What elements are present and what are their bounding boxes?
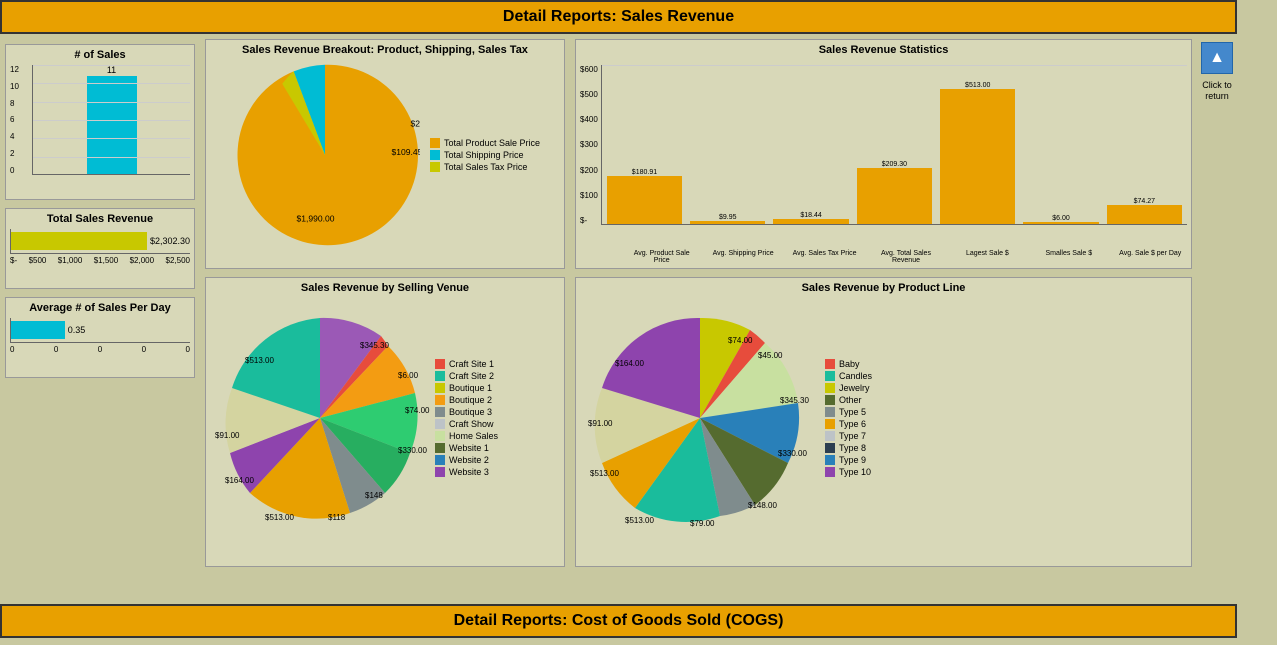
svg-text:$164.00: $164.00 <box>615 359 644 368</box>
stats-chart: Sales Revenue Statistics $- $100 $200 $3… <box>575 39 1192 269</box>
svg-text:$164.00: $164.00 <box>225 476 254 485</box>
click-return-label: Click to return <box>1202 80 1232 102</box>
svg-text:$330.00: $330.00 <box>778 449 807 458</box>
stat-bar-2: $9.95 <box>690 65 765 224</box>
breakout-legend: Total Product Sale Price Total Shipping … <box>430 138 540 172</box>
total-sales-value: $2,302.30 <box>150 236 190 246</box>
stat-bar-7: $74.27 <box>1107 65 1182 224</box>
stats-title: Sales Revenue Statistics <box>580 44 1187 56</box>
product-line-chart: Sales Revenue by Product Line <box>575 277 1192 567</box>
product-line-title: Sales Revenue by Product Line <box>580 282 1187 294</box>
legend-swatch-product <box>430 138 440 148</box>
product-line-legend: Baby Candles Jewelry Other Type 5 Type 6… <box>825 359 872 477</box>
stat-bar-1: $180.91 <box>607 65 682 224</box>
footer-title: Detail Reports: Cost of Goods Sold (COGS… <box>454 612 784 629</box>
y-label-4: 4 <box>10 132 19 141</box>
stat-bar-5: $513.00 <box>940 65 1015 224</box>
y-label-10: 10 <box>10 82 19 91</box>
total-sales-title: Total Sales Revenue <box>10 213 190 225</box>
svg-text:$345.30: $345.30 <box>360 341 389 350</box>
nav-sidebar: ▲ Click to return <box>1197 34 1237 604</box>
total-sales-bar <box>11 232 147 250</box>
svg-text:$513.00: $513.00 <box>265 513 294 522</box>
svg-text:$74.00: $74.00 <box>405 406 430 415</box>
legend-swatch-tax <box>430 162 440 172</box>
stat-bar-4: $209.30 <box>857 65 932 224</box>
svg-text:$74.00: $74.00 <box>728 336 753 345</box>
sales-bar <box>87 76 137 174</box>
svg-text:$6.00: $6.00 <box>398 371 419 380</box>
legend-item-tax: Total Sales Tax Price <box>430 162 540 172</box>
legend-swatch-shipping <box>430 150 440 160</box>
header-title: Detail Reports: Sales Revenue <box>503 8 734 25</box>
right-column: Sales Revenue Statistics $- $100 $200 $3… <box>570 34 1197 604</box>
venue-pie: $345.30 $6.00 $74.00 $330.00 $148 $118 $… <box>210 298 430 538</box>
avg-sales-value: 0.35 <box>68 325 86 335</box>
legend-item-product: Total Product Sale Price <box>430 138 540 148</box>
stat-bar-3: $18.44 <box>773 65 848 224</box>
avg-sales-bar <box>11 321 65 339</box>
venue-title: Sales Revenue by Selling Venue <box>210 282 560 294</box>
avg-sales-day-title: Average # of Sales Per Day <box>10 302 190 314</box>
breakout-title: Sales Revenue Breakout: Product, Shippin… <box>210 44 560 56</box>
stat-bar-6: $6.00 <box>1023 65 1098 224</box>
page-header: Detail Reports: Sales Revenue <box>0 0 1237 34</box>
svg-text:$118: $118 <box>328 513 346 522</box>
sales-count-title: # of Sales <box>10 49 190 61</box>
avg-sales-day-chart: Average # of Sales Per Day 0.35 0 0 0 0 … <box>5 297 195 378</box>
y-label-8: 8 <box>10 99 19 108</box>
y-label-12: 12 <box>10 65 19 74</box>
venue-legend: Craft Site 1 Craft Site 2 Boutique 1 Bou… <box>435 359 498 477</box>
svg-text:$45.00: $45.00 <box>758 351 783 360</box>
svg-text:$109.45: $109.45 <box>391 147 420 157</box>
y-label-2: 2 <box>10 149 19 158</box>
svg-text:$202.85: $202.85 <box>410 119 420 129</box>
y-label-0: 0 <box>10 166 19 175</box>
svg-text:$513.00: $513.00 <box>590 469 619 478</box>
bar-value-label: 11 <box>107 65 116 75</box>
left-column: # of Sales 0 2 4 6 8 10 12 <box>0 34 200 604</box>
svg-text:$345.30: $345.30 <box>780 396 809 405</box>
svg-text:$148.00: $148.00 <box>748 501 777 510</box>
svg-text:$330.00: $330.00 <box>398 446 427 455</box>
venue-chart: Sales Revenue by Selling Venue <box>205 277 565 567</box>
sales-count-chart: # of Sales 0 2 4 6 8 10 12 <box>5 44 195 200</box>
svg-text:$513.00: $513.00 <box>245 356 274 365</box>
breakout-chart: Sales Revenue Breakout: Product, Shippin… <box>205 39 565 269</box>
svg-text:$91.00: $91.00 <box>215 431 240 440</box>
legend-item-shipping: Total Shipping Price <box>430 150 540 160</box>
nav-up-arrow[interactable]: ▲ <box>1201 42 1233 74</box>
svg-text:$79.00: $79.00 <box>690 519 715 528</box>
svg-text:$148: $148 <box>365 491 383 500</box>
page-footer: Detail Reports: Cost of Goods Sold (COGS… <box>0 604 1237 638</box>
product-line-pie: $74.00 $45.00 $345.30 $330.00 $148.00 $7… <box>580 298 820 538</box>
total-sales-revenue-chart: Total Sales Revenue $2,302.30 $- $500 $1… <box>5 208 195 289</box>
svg-text:$1,990.00: $1,990.00 <box>296 214 334 224</box>
y-label-6: 6 <box>10 115 19 124</box>
middle-column: Sales Revenue Breakout: Product, Shippin… <box>200 34 570 604</box>
svg-text:$513.00: $513.00 <box>625 516 654 525</box>
svg-text:$91.00: $91.00 <box>588 419 613 428</box>
breakout-pie: $1,990.00 $202.85 $109.45 <box>230 60 420 250</box>
